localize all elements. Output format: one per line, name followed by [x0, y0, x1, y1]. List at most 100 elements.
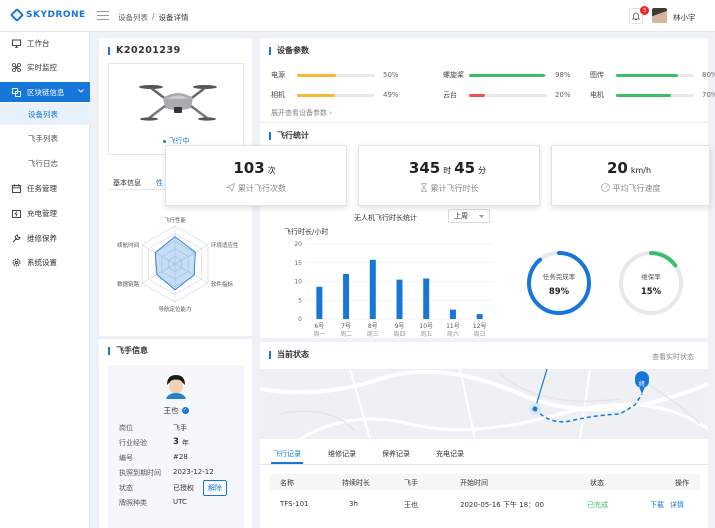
radar-label: 飞行性能: [164, 216, 187, 224]
flight-count-desc: 累计飞行次数: [238, 184, 286, 193]
sidebar-item-tasks[interactable]: 任务管理: [0, 179, 90, 197]
flight-hours-bar-chart: 0 5 10 15 20 6号周一 7号周二 8号周三 9号周四 10号周五 11号周六 12号周日: [294, 241, 493, 338]
drone-image: [139, 85, 217, 121]
avg-speed-value: 20: [606, 159, 628, 177]
chart-y-label: 飞行时长/小时: [284, 228, 329, 236]
bar[interactable]: [316, 286, 323, 319]
table-header-cell: 操作: [675, 479, 689, 487]
calendar-icon: [12, 183, 21, 193]
details-link[interactable]: 详情: [670, 500, 684, 510]
hourglass-icon: [420, 183, 427, 192]
breadcrumb: 设备列表 / 设备详情: [118, 12, 189, 23]
pilot-field-label: 行业经验: [119, 439, 147, 447]
sidebar-item-blockchain[interactable]: 区块链信息: [0, 82, 90, 102]
menu-toggle-icon[interactable]: [97, 11, 109, 20]
maintenance-rate-ring: 维保率 15%: [619, 251, 683, 315]
pilot-field-label: 牌照种类: [119, 499, 147, 507]
param-row: 螺旋桨 98%: [443, 70, 573, 80]
notification-badge: 3: [640, 6, 649, 15]
table-header-cell: 名称: [280, 479, 294, 487]
x-tick-label: 10号: [419, 323, 433, 330]
records-tab[interactable]: 飞行记录: [273, 449, 301, 459]
param-pct: 98%: [555, 71, 571, 79]
param-track: [297, 73, 375, 77]
verified-icon: ✓: [181, 407, 189, 414]
chart-title: 无人机飞行时长统计: [354, 214, 417, 222]
x-weekday-label: 周日: [474, 331, 486, 338]
stat-card-flight-count: 103 次 累计飞行次数: [165, 145, 347, 206]
bar[interactable]: [449, 309, 456, 319]
task-completion-ring: 任务完成率 89%: [527, 251, 591, 315]
table-header-cell: 开始时间: [460, 479, 488, 487]
param-fill: [297, 73, 336, 77]
param-fill: [616, 73, 679, 77]
sidebar-item-maintenance[interactable]: 维修保养: [0, 229, 90, 247]
table-cell-duration: 3h: [349, 500, 358, 508]
pilot-field-value: 2023-12-12: [173, 468, 214, 476]
username[interactable]: 林小宇: [673, 12, 696, 23]
sidebar-item-live-monitor[interactable]: 实时监控: [0, 58, 90, 76]
device-id: K20201239: [108, 46, 181, 55]
download-link[interactable]: 下载: [650, 500, 664, 510]
table-header-cell: 飞手: [404, 479, 418, 487]
pilot-field-label: 执照到期时间: [119, 469, 161, 477]
end-marker-label[interactable]: 终: [637, 378, 647, 388]
param-track: [616, 93, 694, 97]
tab-basic-info[interactable]: 基本信息: [113, 178, 141, 188]
bar[interactable]: [343, 274, 350, 319]
flight-time-desc: 累计飞行时长: [430, 184, 479, 193]
breadcrumb-item-device-list[interactable]: 设备列表: [118, 12, 148, 23]
expand-params-link[interactable]: 展开查看设备参数 ›: [271, 108, 332, 118]
records-tab[interactable]: 保养记录: [382, 449, 410, 459]
sidebar-item-settings[interactable]: 系统设置: [0, 253, 90, 271]
sidebar-sub-flight-log[interactable]: 飞行日志: [0, 152, 90, 174]
sidebar-item-workbench[interactable]: 工作台: [0, 34, 90, 52]
flight-count-unit: 次: [267, 166, 276, 175]
bar[interactable]: [476, 314, 483, 319]
x-tick-label: 11号: [446, 323, 460, 330]
bar[interactable]: [396, 279, 403, 319]
param-fill: [469, 93, 485, 97]
tab-performance[interactable]: 性: [156, 178, 163, 188]
radar-label: 环境适应性: [211, 241, 239, 249]
pilot-avatar: [166, 375, 186, 399]
records-tabs-divider: [260, 464, 708, 465]
bar[interactable]: [423, 278, 430, 320]
radar-label: 导航定位能力: [158, 305, 191, 313]
x-weekday-label: 周四: [393, 331, 405, 338]
bell-icon: [632, 12, 640, 20]
drone-icon: [12, 62, 21, 72]
sidebar-item-charging[interactable]: 充电管理: [0, 204, 90, 222]
view-live-status-link[interactable]: 查看实时状态: [652, 352, 694, 362]
param-label: 螺旋桨: [443, 71, 464, 79]
table-header-cell: 状态: [590, 479, 604, 487]
bar[interactable]: [369, 259, 376, 319]
speed-icon: [600, 183, 610, 192]
param-pct: 80%: [702, 71, 715, 79]
pilot-field-unit: 年: [182, 439, 189, 447]
flight-count-value: 103: [233, 159, 265, 177]
pilot-panel: 飞手信息 王也 ✓ 岗位 飞手 行业经验 3 年编号 #28 执照到期时间 2023-12-1…: [99, 339, 252, 528]
param-track: [297, 93, 375, 97]
user-avatar[interactable]: [652, 8, 667, 23]
flight-time-minutes: 45: [454, 159, 476, 177]
sidebar-sub-pilot-list[interactable]: 飞手列表: [0, 127, 90, 149]
app-logo[interactable]: SKYDRONE: [9, 7, 86, 23]
revoke-button[interactable]: 解除: [203, 480, 227, 496]
pilot-field-value: 飞手: [173, 424, 187, 432]
pilot-field-value: UTC: [173, 498, 187, 506]
x-weekday-label: 周一: [313, 331, 325, 338]
chevron-down-icon: [78, 89, 84, 93]
breadcrumb-item-device-detail: 设备详情: [158, 13, 189, 22]
params-section-title: 设备参数: [269, 47, 309, 55]
sidebar-sub-device-list[interactable]: 设备列表: [0, 103, 90, 125]
table-cell-name: TFS-101: [280, 500, 309, 508]
avg-speed-desc: 平均飞行速度: [612, 184, 661, 193]
x-weekday-label: 周六: [447, 330, 459, 338]
y-tick-label: 5: [298, 297, 302, 304]
ring-value: 89%: [549, 287, 570, 297]
records-tab[interactable]: 维修记录: [328, 449, 356, 459]
param-pct: 70%: [702, 91, 715, 99]
records-tab[interactable]: 充电记录: [436, 449, 464, 459]
period-select[interactable]: 上周: [448, 209, 490, 223]
